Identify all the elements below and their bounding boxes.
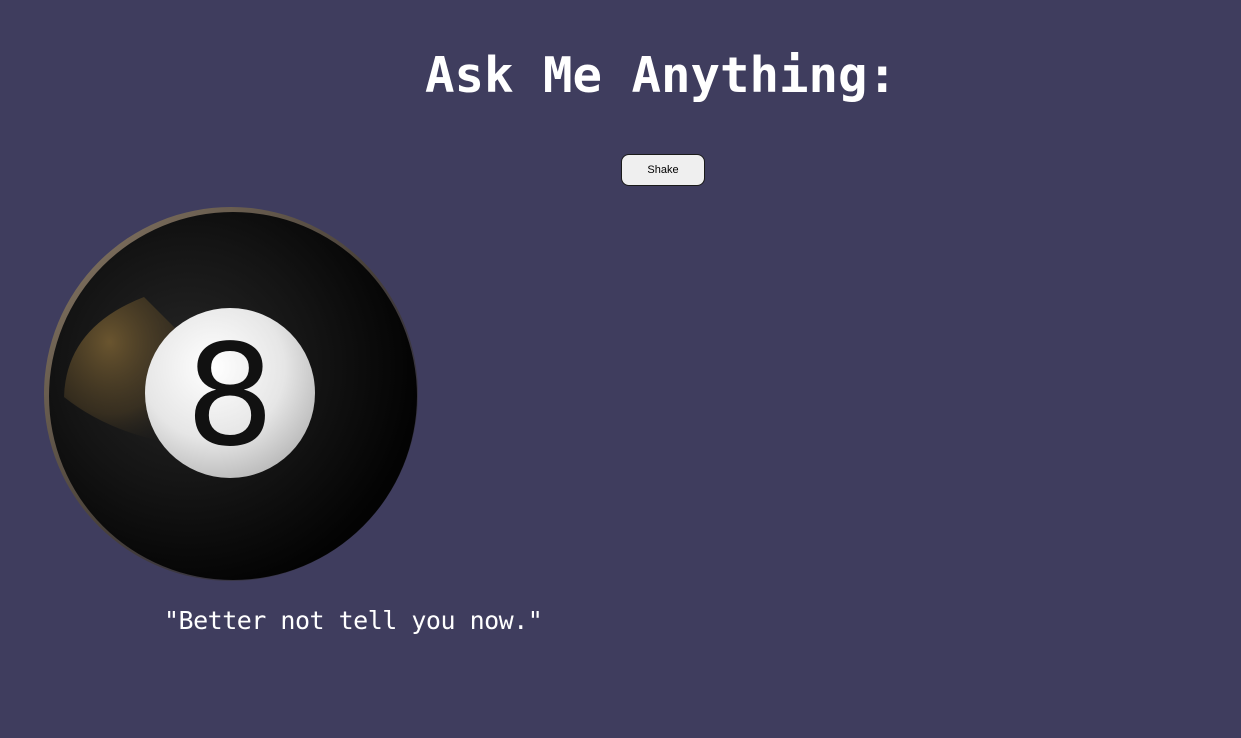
- shake-button[interactable]: Shake: [621, 154, 705, 186]
- magic-8-ball-icon: 8: [44, 207, 418, 581]
- ball-number: 8: [185, 315, 274, 478]
- answer-text: "Better not tell you now.": [164, 606, 543, 635]
- page-title: Ask Me Anything:: [424, 47, 897, 104]
